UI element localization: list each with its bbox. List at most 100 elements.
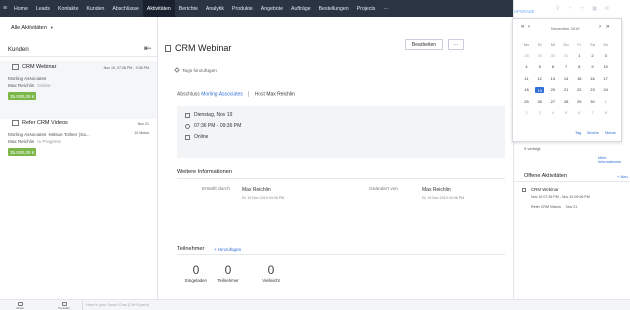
calendar-day[interactable]: 3 <box>533 110 546 115</box>
prev-year-icon[interactable]: « <box>521 24 524 30</box>
list-item-crm-webinar[interactable]: CRM Webinar Nov 19, 07:36 PM - 9:36 PM M… <box>0 61 157 119</box>
next-month-icon[interactable]: › <box>599 24 601 30</box>
tab-0[interactable]: Home <box>10 0 32 17</box>
list-item-refer-crm-videos[interactable]: Refer CRM Videos Nov 21 Morling Associat… <box>0 117 157 175</box>
calendar-day[interactable]: 30 <box>546 53 559 58</box>
open-activity-title[interactable]: CRM Webinar <box>531 187 559 192</box>
tab-1[interactable]: Leads <box>32 0 54 17</box>
calendar-icon[interactable]: ▣ <box>588 0 600 17</box>
calendar-day[interactable]: 27 <box>546 99 559 104</box>
search-icon[interactable]: ⚲ <box>552 0 564 17</box>
new-activity-link[interactable]: + Neu <box>617 174 628 179</box>
event-time: 07:36 PM - 09:36 PM <box>194 123 242 129</box>
deal-link[interactable]: Morling Associates <box>201 91 243 97</box>
calendar-day[interactable]: 5 <box>533 64 546 69</box>
calendar-day[interactable]: 28 <box>520 53 533 58</box>
tab-3[interactable]: Kunden <box>82 0 108 17</box>
count-label: Vielleicht <box>262 278 280 283</box>
calendar-day[interactable]: 2 <box>520 110 533 115</box>
calendar-day[interactable]: 13 <box>546 76 559 81</box>
calendar-day[interactable]: 31 <box>560 53 573 58</box>
calendar-day[interactable]: 8 <box>599 110 612 115</box>
count-value: 0 <box>224 263 232 277</box>
contacts-button[interactable]: Kontakte <box>54 302 74 310</box>
calendar-day[interactable]: 29 <box>573 99 586 104</box>
deal-label: Abschluss <box>177 91 200 98</box>
tab-12[interactable]: Projects <box>353 0 380 17</box>
calendar-day[interactable]: 20 <box>546 87 559 92</box>
upgrade-link[interactable]: UPGRADE <box>514 9 542 15</box>
calendar-day[interactable]: 9 <box>586 64 599 69</box>
calendar-event-icon <box>12 64 19 70</box>
calendar-day[interactable]: 12 <box>533 76 546 81</box>
open-activity-title[interactable]: Refer CRM Videos <box>531 205 561 209</box>
calendar-day[interactable]: 1 <box>573 53 586 58</box>
association-line: Abschluss Morling Associates Host Max Re… <box>177 91 295 97</box>
calendar-day[interactable]: 6 <box>573 110 586 115</box>
tab-6[interactable]: Berichte <box>175 0 202 17</box>
calendar-day[interactable]: 10 <box>599 64 612 69</box>
menu-icon[interactable]: ≡ <box>0 0 10 17</box>
month-view-button[interactable]: Monat <box>605 131 616 135</box>
calendar-day[interactable]: 1 <box>599 99 612 104</box>
add-tags-link[interactable]: Tags hinzufügen <box>174 67 217 74</box>
next-year-icon[interactable]: » <box>606 24 609 30</box>
day-view-button[interactable]: Tag <box>575 131 581 135</box>
calendar-day[interactable]: 7 <box>586 110 599 115</box>
tab-11[interactable]: Bestellungen <box>315 0 353 17</box>
calendar-day[interactable]: 16 <box>586 76 599 81</box>
weekday-label: Do <box>563 42 569 47</box>
top-navigation: ≡ Home Leads Kontakte Kunden Abschlüsse Aktiv… <box>0 0 630 17</box>
plus-icon[interactable]: + <box>576 0 588 17</box>
calendar-day[interactable]: 2 <box>586 53 599 58</box>
calendar-day[interactable]: 7 <box>560 64 573 69</box>
back-arrow-icon[interactable]: ⇤ <box>144 43 152 54</box>
add-participant-link[interactable]: + Hinzufügen <box>214 247 241 252</box>
tab-8[interactable]: Produkte <box>228 0 257 17</box>
tag-icon <box>174 67 180 73</box>
chats-button[interactable]: Chats <box>10 302 30 310</box>
more-options-button[interactable]: ··· <box>448 39 464 50</box>
calendar-day[interactable]: 6 <box>546 64 559 69</box>
activity-filter-dropdown[interactable]: Alle Aktivitäten ▼ <box>11 25 54 31</box>
tab-10[interactable]: Aufträge <box>287 0 315 17</box>
calendar-day[interactable]: 4 <box>546 110 559 115</box>
calendar-day[interactable]: 4 <box>520 64 533 69</box>
add-tags-label: Tags hinzufügen <box>182 69 217 74</box>
calendar-day[interactable]: 22 <box>573 87 586 92</box>
calendar-day[interactable]: 28 <box>560 99 573 104</box>
bell-icon[interactable]: ◔ <box>564 0 576 17</box>
calendar-day[interactable]: 5 <box>560 110 573 115</box>
calendar-day[interactable]: 23 <box>586 87 599 92</box>
tab-2[interactable]: Kontakte <box>54 0 82 17</box>
host-name[interactable]: Max Reichlin <box>266 91 295 97</box>
calendar-day[interactable]: 25 <box>520 99 533 104</box>
calendar-day-selected[interactable]: 19 <box>533 87 546 94</box>
calendar-day[interactable]: 29 <box>533 53 546 58</box>
tab-13[interactable]: ··· <box>379 0 392 17</box>
tab-9[interactable]: Angebote <box>257 0 287 17</box>
calendar-day[interactable]: 3 <box>599 53 612 58</box>
avatar[interactable] <box>617 4 625 13</box>
week-view-button[interactable]: Woche <box>587 131 599 135</box>
tab-7[interactable]: Analytik <box>202 0 228 17</box>
calendar-day[interactable]: 17 <box>599 76 612 81</box>
calendar-day[interactable]: 24 <box>599 87 612 92</box>
calendar-day[interactable]: 11 <box>520 76 533 81</box>
divider <box>82 301 83 310</box>
calendar-day[interactable]: 30 <box>586 99 599 104</box>
calendar-day[interactable]: 21 <box>560 87 573 92</box>
settings-icon[interactable]: ✲ <box>601 0 613 17</box>
calendar-day[interactable]: 15 <box>573 76 586 81</box>
edit-button[interactable]: Bearbeiten <box>405 39 443 50</box>
calendar-day[interactable]: 26 <box>533 99 546 104</box>
tab-5[interactable]: Aktivitäten <box>142 0 175 17</box>
created-by-date: Di, 19 Nov 2019 04:36 PM <box>242 196 285 200</box>
more-info-link[interactable]: Mehr Informationen <box>598 156 630 164</box>
calendar-day[interactable]: 18 <box>520 87 533 92</box>
smart-chat-input[interactable]: Here is your Smart Chat (Ctrl+Space) <box>86 303 149 307</box>
prev-month-icon[interactable]: ‹ <box>528 24 530 30</box>
calendar-day[interactable]: 14 <box>560 76 573 81</box>
calendar-day[interactable]: 8 <box>573 64 586 69</box>
tab-4[interactable]: Abschlüsse <box>108 0 143 17</box>
